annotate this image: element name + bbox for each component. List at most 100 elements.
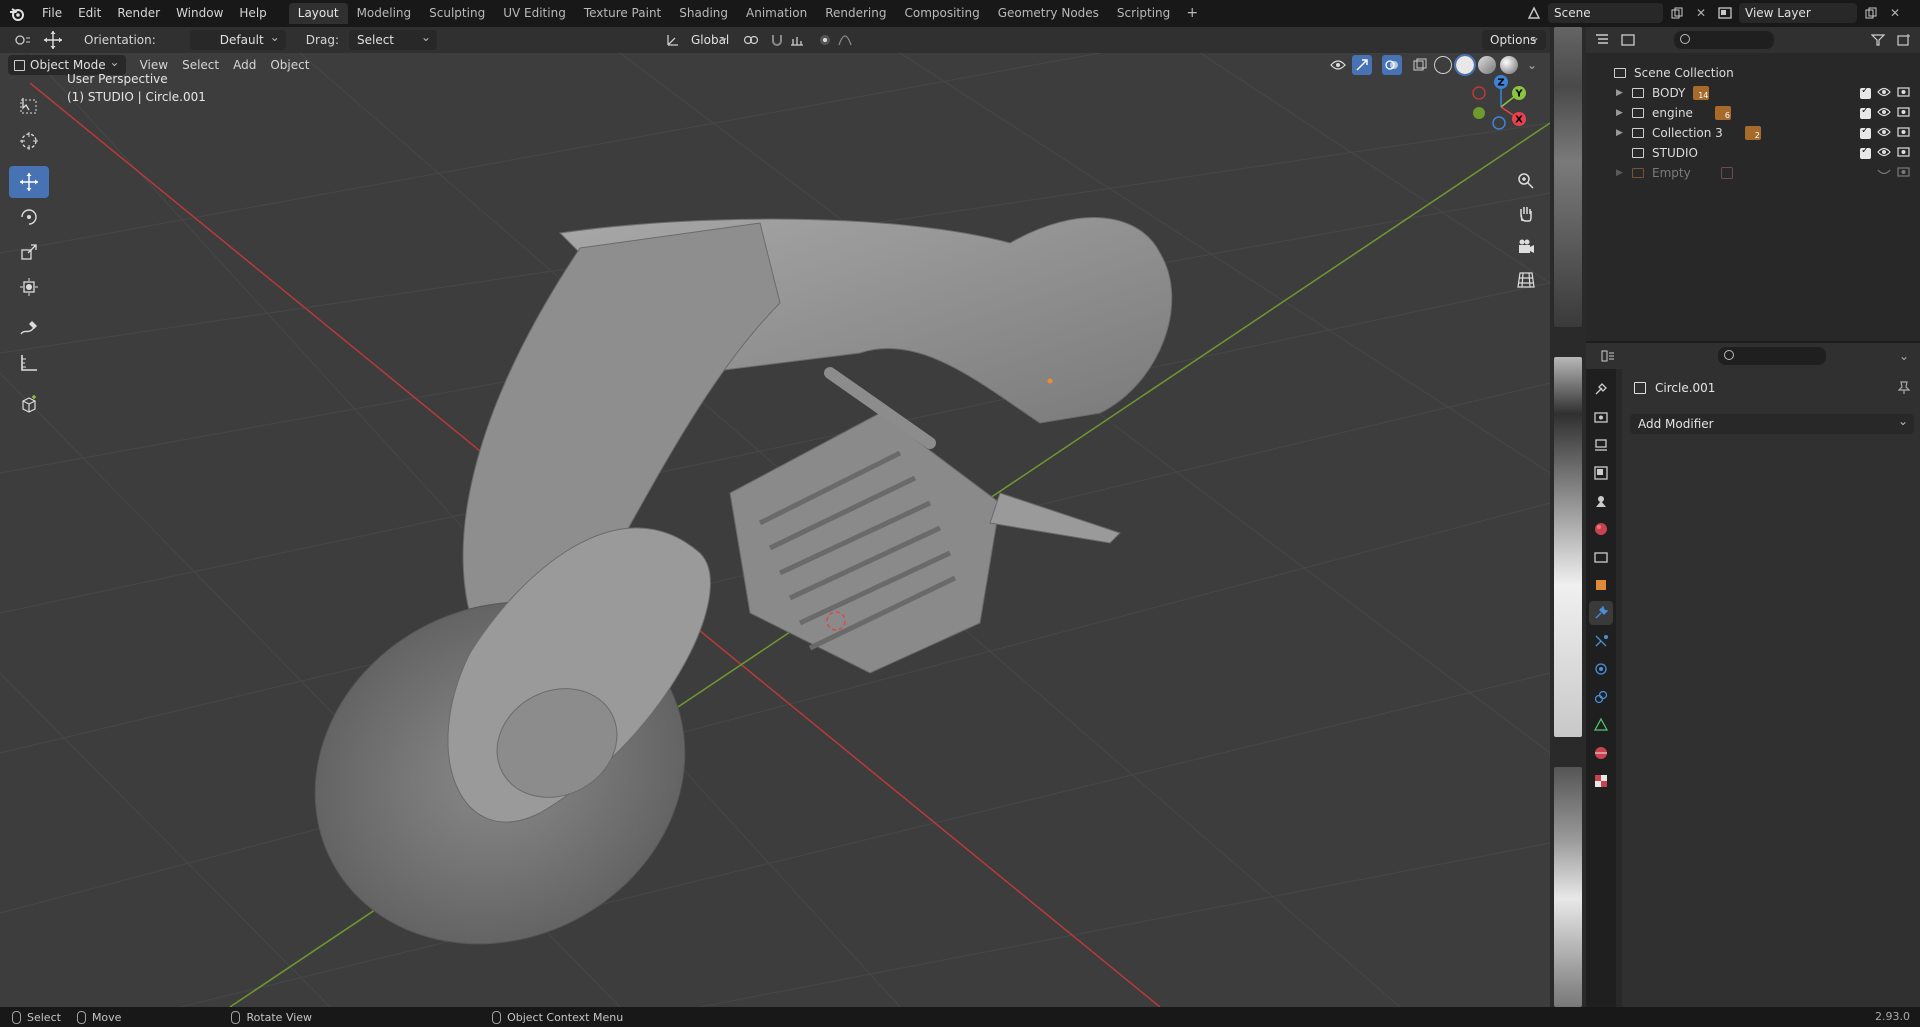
eye-icon[interactable] (1877, 86, 1891, 100)
rendered-shading-icon[interactable] (1500, 56, 1518, 74)
menu-file[interactable]: File (34, 0, 70, 27)
filter-icon[interactable] (1868, 30, 1888, 50)
modifier-icon[interactable] (1589, 601, 1613, 625)
tab-scripting[interactable]: Scripting (1108, 3, 1179, 24)
pivot-point-icon[interactable] (741, 30, 761, 50)
transform-tool-icon[interactable] (38, 30, 68, 50)
tab-layout[interactable]: Layout (288, 3, 348, 24)
render-icon[interactable] (1589, 405, 1613, 429)
outliner-item-body[interactable]: ▶ BODY 14 (1586, 83, 1920, 103)
gizmo-toggle-icon[interactable] (1352, 55, 1372, 75)
properties-search-input[interactable] (1718, 347, 1826, 365)
physics-icon[interactable] (1589, 657, 1613, 681)
camera-icon[interactable] (1897, 166, 1910, 180)
transform-orientation-dropdown[interactable]: Global (683, 27, 735, 50)
snap-target-icon[interactable] (787, 30, 807, 50)
view-layer-icon[interactable] (1589, 461, 1613, 485)
outliner-item-collection-3[interactable]: ▶ Collection 3 2 (1586, 123, 1920, 143)
xray-toggle-icon[interactable] (1410, 55, 1430, 75)
wireframe-shading-icon[interactable] (1434, 56, 1452, 74)
tab-geometry-nodes[interactable]: Geometry Nodes (989, 3, 1108, 24)
world-icon[interactable] (1589, 517, 1613, 541)
snap-icon[interactable] (767, 30, 787, 50)
tab-rendering[interactable]: Rendering (816, 3, 895, 24)
properties-options-icon[interactable]: ⌄ (1894, 346, 1914, 366)
rotate-icon[interactable] (9, 201, 49, 233)
expand-arrow-icon[interactable]: ▶ (1616, 128, 1626, 138)
tab-animation[interactable]: Animation (737, 3, 816, 24)
visibility-icon[interactable] (1328, 55, 1348, 75)
eye-icon[interactable] (1877, 106, 1891, 120)
navigation-gizmo[interactable]: Z Y X (1467, 73, 1527, 133)
expand-arrow-icon[interactable]: ▶ (1616, 168, 1626, 178)
close-scene-icon[interactable]: ✕ (1691, 3, 1711, 23)
tool-icon[interactable] (1589, 377, 1613, 401)
motorcycle-model[interactable] (255, 217, 1173, 1007)
menu-object[interactable]: Object (264, 55, 315, 75)
zoom-icon[interactable] (1514, 169, 1538, 193)
scene-icon[interactable] (1524, 3, 1544, 23)
proportional-editing-icon[interactable] (815, 30, 835, 50)
exclude-checkbox[interactable] (1860, 125, 1871, 139)
solid-shading-icon[interactable] (1454, 54, 1476, 76)
eye-icon[interactable] (1877, 146, 1891, 160)
menu-render[interactable]: Render (109, 0, 168, 27)
transform-orientation-icon[interactable] (663, 30, 683, 50)
menu-add[interactable]: Add (227, 55, 262, 75)
proportional-falloff-icon[interactable] (835, 30, 855, 50)
image-editor-strip[interactable] (1550, 27, 1586, 1007)
material-icon[interactable] (1589, 741, 1613, 765)
scene-collection-row[interactable]: Scene Collection (1586, 63, 1920, 83)
constraints-icon[interactable] (1589, 685, 1613, 709)
expand-arrow-icon[interactable]: ▶ (1616, 88, 1626, 98)
orientation-dropdown[interactable]: Default (189, 27, 286, 50)
editor-type-icon[interactable] (8, 30, 38, 50)
move-icon[interactable] (9, 166, 49, 198)
scale-icon[interactable] (9, 236, 49, 268)
object-icon[interactable] (1589, 573, 1613, 597)
tab-modeling[interactable]: Modeling (348, 3, 421, 24)
exclude-checkbox[interactable] (1860, 85, 1871, 99)
copy-scene-icon[interactable] (1667, 3, 1687, 23)
pin-icon[interactable] (1897, 381, 1911, 398)
drag-dropdown[interactable]: Select Box (348, 27, 437, 67)
material-shading-icon[interactable] (1478, 56, 1496, 74)
cursor-icon[interactable] (9, 125, 49, 157)
camera-icon[interactable] (1897, 86, 1910, 100)
particles-icon[interactable] (1589, 629, 1613, 653)
tab-texture-paint[interactable]: Texture Paint (575, 3, 670, 24)
view-layer-icon[interactable] (1715, 3, 1735, 23)
view-layer-field[interactable]: View Layer (1739, 3, 1857, 23)
ortho-grid-icon[interactable] (1514, 268, 1538, 292)
camera-icon[interactable] (1897, 106, 1910, 120)
exclude-checkbox[interactable] (1860, 145, 1871, 159)
3d-viewport[interactable]: Object Mode View Select Add Object ⌄ Use… (0, 53, 1550, 1007)
measure-icon[interactable] (9, 347, 49, 379)
eye-icon[interactable] (1877, 126, 1891, 140)
exclude-checkbox[interactable] (1860, 105, 1871, 119)
add-modifier-dropdown[interactable]: Add Modifier (1630, 411, 1914, 434)
select-box-icon[interactable] (9, 90, 49, 122)
properties-editor-icon[interactable] (1598, 346, 1618, 366)
pan-hand-icon[interactable] (1514, 202, 1538, 226)
annotate-icon[interactable] (9, 312, 49, 344)
options-dropdown[interactable]: Options (1482, 27, 1546, 50)
camera-icon[interactable] (1897, 126, 1910, 140)
add-workspace-button[interactable]: + (1183, 5, 1201, 23)
scene-name-field[interactable]: Scene (1548, 3, 1663, 23)
outliner-item-engine[interactable]: ▶ engine 6 (1586, 103, 1920, 123)
add-cube-icon[interactable] (9, 388, 49, 420)
output-icon[interactable] (1589, 433, 1613, 457)
menu-help[interactable]: Help (231, 0, 274, 27)
outliner-item-studio[interactable]: STUDIO (1586, 143, 1920, 163)
copy-view-layer-icon[interactable] (1861, 3, 1881, 23)
tab-uv-editing[interactable]: UV Editing (494, 3, 575, 24)
collection-icon[interactable] (1589, 545, 1613, 569)
tab-compositing[interactable]: Compositing (895, 3, 988, 24)
new-collection-icon[interactable] (1894, 30, 1914, 50)
menu-window[interactable]: Window (168, 0, 231, 27)
texture-icon[interactable] (1589, 769, 1613, 793)
blender-logo-icon[interactable] (8, 5, 26, 23)
expand-arrow-icon[interactable]: ▶ (1616, 108, 1626, 118)
tab-sculpting[interactable]: Sculpting (420, 3, 494, 24)
